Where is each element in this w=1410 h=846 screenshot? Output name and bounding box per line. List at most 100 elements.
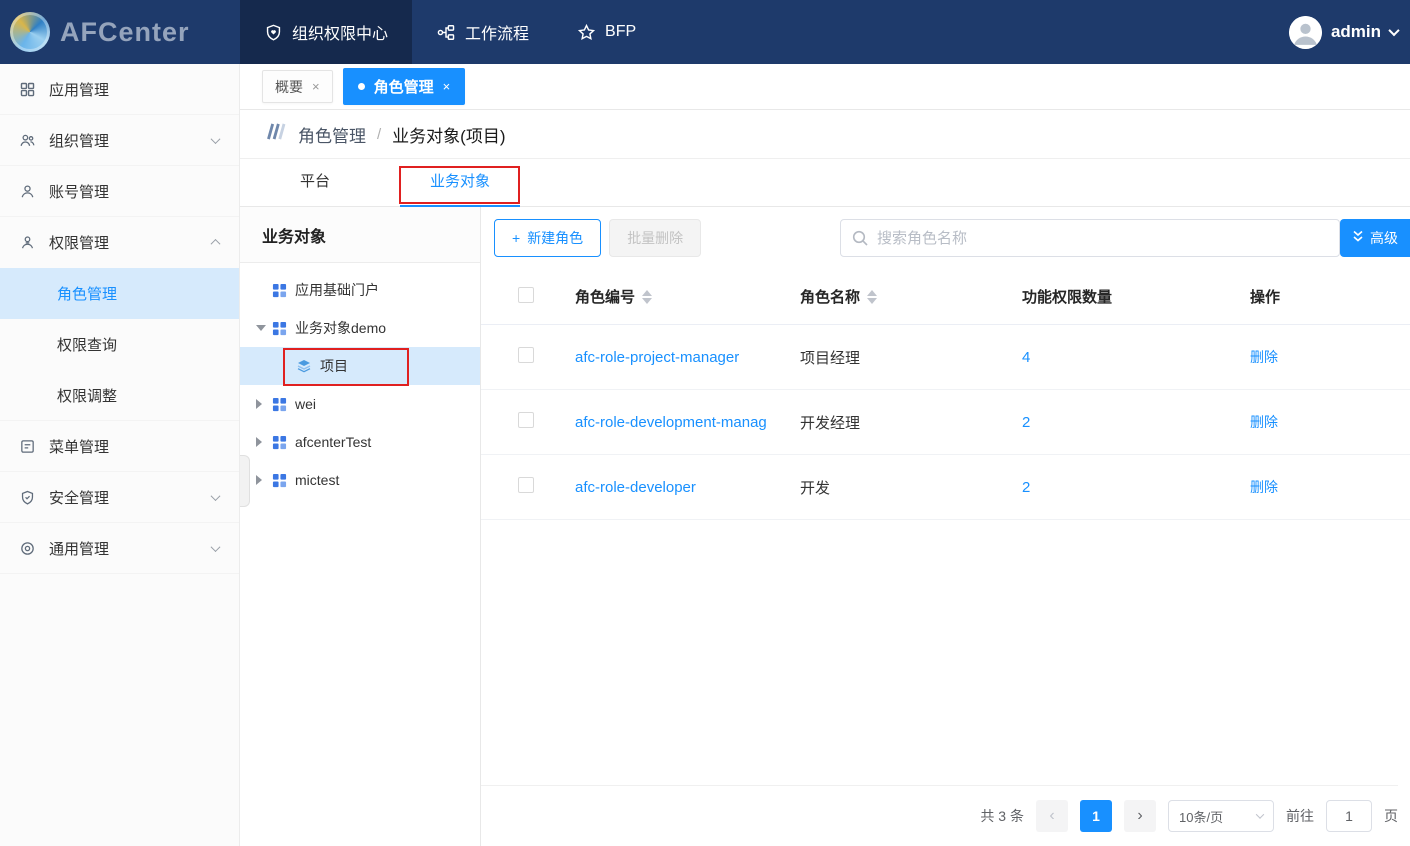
sidebar-item-account-management[interactable]: 账号管理 (0, 166, 239, 217)
user-avatar (1289, 16, 1322, 49)
role-list-panel: + 新建角色 批量删除 (481, 207, 1410, 846)
tab-business-object[interactable]: 业务对象 (400, 170, 520, 206)
tab-overview[interactable]: 概要 × (262, 70, 333, 103)
permission-count-link[interactable]: 4 (1022, 349, 1250, 366)
row-checkbox[interactable] (518, 477, 534, 493)
caret-right-icon[interactable] (256, 475, 262, 485)
sort-icon[interactable] (642, 290, 652, 304)
tab-role-management[interactable]: 角色管理 × (343, 68, 466, 105)
business-object-tree-panel: 业务对象 应用基础门户 (240, 207, 481, 846)
tab-label: 角色管理 (374, 76, 434, 97)
sidebar-item-label: 账号管理 (49, 181, 109, 202)
sidebar-item-app-management[interactable]: 应用管理 (0, 64, 239, 115)
caret-right-icon[interactable] (256, 399, 262, 409)
user-menu[interactable]: admin (1289, 16, 1410, 49)
target-icon (18, 540, 36, 557)
total-count: 共 3 条 (980, 806, 1024, 826)
sidebar-item-permission-management[interactable]: 权限管理 (0, 217, 239, 268)
shield-check-icon (18, 489, 36, 506)
active-dot-icon (358, 83, 365, 90)
tree-node-afcentertest[interactable]: afcenterTest (240, 423, 480, 461)
breadcrumb-parent[interactable]: 角色管理 (298, 122, 366, 147)
close-icon[interactable]: × (443, 79, 451, 94)
nav-org-permission-center[interactable]: 组织权限中心 (240, 0, 412, 64)
open-tabs-bar: 概要 × 角色管理 × (240, 64, 1410, 110)
app-grid-icon (272, 473, 287, 488)
role-code-link[interactable]: afc-role-developer (575, 479, 800, 496)
role-code-link[interactable]: afc-role-development-manag (575, 414, 800, 431)
close-icon[interactable]: × (312, 79, 320, 94)
prev-page-button[interactable]: ‹ (1036, 800, 1068, 832)
delete-link[interactable]: 删除 (1250, 477, 1410, 497)
brand: AFCenter (0, 12, 240, 52)
nav-workflow[interactable]: 工作流程 (412, 0, 553, 64)
app-grid-icon (272, 397, 287, 412)
chevron-down-icon (211, 134, 221, 144)
sidebar: 应用管理 组织管理 账号管理 权限管理 角色管理 权限查询 (0, 64, 240, 846)
sidebar-item-common-management[interactable]: 通用管理 (0, 523, 239, 574)
tree-node-app-portal[interactable]: 应用基础门户 (240, 271, 480, 309)
breadcrumb-separator: / (377, 126, 381, 143)
shield-heart-icon (264, 23, 283, 42)
sidebar-item-security-management[interactable]: 安全管理 (0, 472, 239, 523)
advanced-search-button[interactable]: 高级 (1340, 219, 1410, 257)
scope-tabs: 平台 业务对象 (240, 159, 1410, 207)
app-logo-icon (10, 12, 50, 52)
caret-down-icon[interactable] (256, 325, 266, 331)
sidebar-item-label: 组织管理 (49, 130, 109, 151)
sidebar-item-org-management[interactable]: 组织管理 (0, 115, 239, 166)
page-size-select[interactable]: 10条/页 (1168, 800, 1274, 832)
nav-bfp[interactable]: BFP (553, 0, 660, 64)
tree-node-mictest[interactable]: mictest (240, 461, 480, 499)
new-role-button[interactable]: + 新建角色 (494, 219, 601, 257)
brand-name: AFCenter (60, 17, 190, 48)
table-row: afc-role-developer 开发 2 删除 (481, 455, 1410, 520)
delete-link[interactable]: 删除 (1250, 412, 1410, 432)
plus-icon: + (512, 230, 520, 246)
breadcrumb: 角色管理 / 业务对象(项目) (240, 110, 1410, 159)
search-input[interactable] (840, 219, 1340, 257)
content: 业务对象 应用基础门户 (240, 207, 1410, 846)
next-page-button[interactable]: › (1124, 800, 1156, 832)
search-icon (851, 229, 869, 252)
top-nav: 组织权限中心 工作流程 BFP (240, 0, 660, 64)
layers-icon (296, 358, 312, 374)
tab-label: 概要 (275, 77, 303, 97)
app-grid-icon (272, 435, 287, 450)
caret-right-icon[interactable] (256, 437, 262, 447)
breadcrumb-icon (265, 123, 287, 145)
tree-node-wei[interactable]: wei (240, 385, 480, 423)
row-checkbox[interactable] (518, 412, 534, 428)
tree-node-label: mictest (295, 472, 339, 488)
sidebar-item-menu-management[interactable]: 菜单管理 (0, 421, 239, 472)
tree-node-label: afcenterTest (295, 434, 371, 450)
tree-node-business-demo[interactable]: 业务对象demo (240, 309, 480, 347)
tab-label: 平台 (300, 173, 330, 190)
select-all-checkbox[interactable] (518, 287, 534, 303)
sidebar-item-label: 通用管理 (49, 538, 109, 559)
batch-delete-button[interactable]: 批量删除 (609, 219, 701, 257)
sort-icon[interactable] (867, 290, 877, 304)
sidebar-item-role-management[interactable]: 角色管理 (0, 268, 239, 319)
row-checkbox[interactable] (518, 347, 534, 363)
permission-count-link[interactable]: 2 (1022, 479, 1250, 496)
chevron-up-icon (211, 239, 221, 249)
goto-page-input[interactable] (1326, 800, 1372, 832)
sidebar-item-permission-adjust[interactable]: 权限调整 (0, 370, 239, 421)
role-name: 项目经理 (800, 347, 1022, 368)
chevron-down-icon (1256, 810, 1264, 818)
grid-icon (18, 81, 36, 98)
page-unit-label: 页 (1384, 806, 1398, 826)
sidebar-collapse-handle[interactable] (240, 455, 250, 507)
tree-node-label: wei (295, 396, 316, 412)
permission-count-link[interactable]: 2 (1022, 414, 1250, 431)
permission-user-icon (18, 234, 36, 251)
tab-platform[interactable]: 平台 (255, 170, 375, 206)
role-code-link[interactable]: afc-role-project-manager (575, 349, 800, 366)
tree-node-project[interactable]: 项目 (240, 347, 480, 385)
pagination: 共 3 条 ‹ 1 › 10条/页 前往 页 (481, 785, 1398, 832)
sidebar-item-permission-query[interactable]: 权限查询 (0, 319, 239, 370)
delete-link[interactable]: 删除 (1250, 347, 1410, 367)
page-number-button[interactable]: 1 (1080, 800, 1112, 832)
sidebar-item-label: 菜单管理 (49, 436, 109, 457)
